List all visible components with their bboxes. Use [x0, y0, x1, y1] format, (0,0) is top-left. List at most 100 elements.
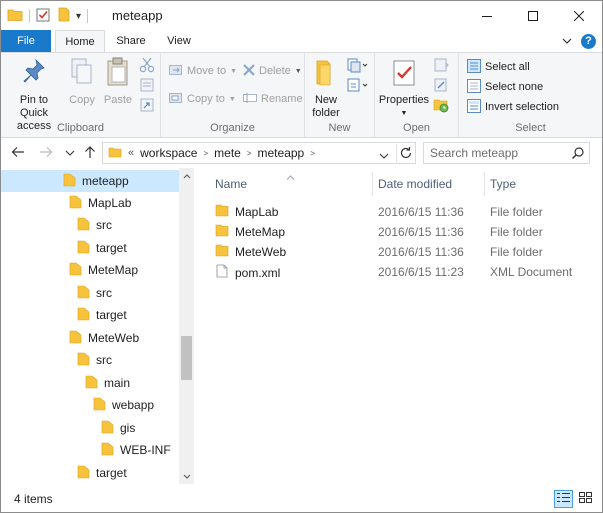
forward-button[interactable]	[37, 144, 55, 162]
tree-item-label: MeteMap	[88, 263, 139, 277]
search-input[interactable]	[430, 143, 570, 163]
address-history-dropdown[interactable]	[379, 149, 389, 163]
tab-home[interactable]: Home	[55, 30, 105, 53]
file-row-metemap[interactable]: MeteMap 2016/6/15 11:36 File folder	[200, 221, 600, 241]
edit-icon[interactable]	[433, 77, 449, 96]
navigation-pane-scrollbar[interactable]	[179, 168, 194, 484]
open-icon[interactable]	[433, 57, 449, 76]
up-button[interactable]	[81, 144, 99, 162]
file-date-modified: 2016/6/15 11:36	[378, 245, 464, 259]
new-item-icon[interactable]	[347, 57, 369, 76]
rename-button[interactable]: Rename	[243, 89, 303, 109]
tree-item-metemap[interactable]: MeteMap	[1, 259, 179, 281]
breadcrumb-workspace[interactable]: workspace	[140, 146, 197, 160]
scroll-up-arrow-icon[interactable]	[179, 168, 194, 183]
chevron-right-icon[interactable]: >	[247, 149, 252, 158]
file-name: MeteMap	[235, 225, 286, 239]
file-row-pom-xml[interactable]: pom.xml 2016/6/15 11:23 XML Document	[200, 261, 600, 281]
breadcrumb-mete[interactable]: mete	[214, 146, 241, 160]
tree-item-src[interactable]: src	[1, 349, 179, 371]
tree-item-gis[interactable]: gis	[1, 417, 179, 439]
folder-icon	[77, 307, 90, 324]
maximize-button[interactable]	[510, 1, 556, 30]
chevron-down-icon: ▼	[294, 67, 302, 75]
tab-view[interactable]: View	[158, 30, 200, 52]
chevron-right-icon[interactable]: >	[310, 149, 315, 158]
column-header-date-modified[interactable]: Date modified	[363, 172, 475, 196]
invert-selection-button[interactable]: Invert selection	[467, 97, 559, 117]
move-to-button[interactable]: Move to ▼	[169, 61, 237, 81]
tree-item-main[interactable]: main	[1, 372, 179, 394]
new-folder-button[interactable]: New folder	[307, 57, 345, 120]
tree-item-meteweb[interactable]: MeteWeb	[1, 327, 179, 349]
paste-button[interactable]: Paste	[101, 57, 135, 107]
delete-button[interactable]: Delete ▼	[243, 61, 302, 81]
tree-item-src[interactable]: src	[1, 282, 179, 304]
chevron-down-icon: ▼	[400, 110, 408, 117]
help-button[interactable]: ?	[581, 34, 596, 49]
address-bar[interactable]: « workspace > mete > meteapp >	[102, 142, 416, 164]
tree-item-meteapp[interactable]: meteapp	[1, 170, 179, 192]
tree-item-target[interactable]: target	[1, 462, 179, 484]
new-folder-quick-icon[interactable]	[58, 7, 70, 25]
close-button[interactable]	[556, 1, 602, 30]
tree-item-src[interactable]: src	[1, 214, 179, 236]
recent-locations-button[interactable]	[61, 144, 79, 162]
tree-item-label: target	[96, 466, 127, 480]
properties-button[interactable]: Properties ▼	[378, 57, 430, 120]
easy-access-icon[interactable]	[347, 77, 369, 96]
search-box[interactable]	[423, 142, 590, 164]
chevron-down-icon: ▼	[228, 95, 236, 103]
cut-icon[interactable]	[139, 57, 155, 76]
tab-share[interactable]: Share	[110, 30, 152, 52]
file-row-meteweb[interactable]: MeteWeb 2016/6/15 11:36 File folder	[200, 241, 600, 261]
customize-toolbar-dropdown[interactable]: ▾	[76, 11, 81, 22]
history-icon[interactable]	[433, 97, 449, 116]
refresh-icon[interactable]	[399, 146, 413, 163]
search-icon[interactable]	[571, 146, 585, 163]
tree-item-maplab[interactable]: MapLab	[1, 192, 179, 214]
navigation-pane[interactable]: meteapp MapLab src target MeteMap src ta…	[1, 168, 194, 484]
tree-item-target[interactable]: target	[1, 304, 179, 326]
copy-to-button[interactable]: Copy to ▼	[169, 89, 236, 109]
scrollbar-thumb[interactable]	[181, 336, 192, 380]
paste-shortcut-icon[interactable]	[139, 97, 155, 116]
tree-item-target[interactable]: target	[1, 237, 179, 259]
large-icons-view-button[interactable]	[576, 490, 595, 508]
properties-checkbox-icon[interactable]	[36, 8, 50, 25]
window-title: meteapp	[112, 8, 163, 23]
back-button[interactable]	[9, 144, 27, 162]
tree-item-label: MeteWeb	[88, 331, 140, 345]
tree-item-label: WEB-INF	[120, 443, 171, 457]
tree-item-webapp[interactable]: webapp	[1, 394, 179, 416]
expand-ribbon-chevron-icon[interactable]	[562, 35, 572, 49]
file-name: MeteWeb	[235, 245, 287, 259]
folder-icon	[69, 195, 82, 212]
breadcrumb-overflow[interactable]: «	[128, 147, 134, 159]
file-type: File folder	[490, 205, 543, 219]
folder-icon	[77, 352, 90, 369]
ribbon-home: Pin to Quick access Copy Paste Clipboard…	[1, 52, 602, 138]
copy-path-icon[interactable]	[139, 77, 155, 96]
clipboard-group: Pin to Quick access Copy Paste Clipboard	[1, 53, 161, 137]
tree-item-web-inf[interactable]: WEB-INF	[1, 439, 179, 461]
tab-file[interactable]: File	[1, 30, 51, 52]
tree-item-label: src	[96, 218, 112, 232]
select-all-button[interactable]: Select all	[467, 57, 530, 77]
breadcrumb-meteapp[interactable]: meteapp	[258, 146, 305, 160]
minimize-button[interactable]	[464, 1, 510, 30]
copy-button[interactable]: Copy	[65, 57, 99, 107]
chevron-right-icon[interactable]: >	[203, 149, 208, 158]
open-group-label: Open	[403, 122, 430, 134]
file-list[interactable]: Name Date modified Type MapLab 2016/6/15…	[200, 168, 600, 484]
file-row-maplab[interactable]: MapLab 2016/6/15 11:36 File folder	[200, 201, 600, 221]
details-view-button[interactable]	[554, 490, 573, 508]
tree-item-label: src	[96, 286, 112, 300]
scroll-down-arrow-icon[interactable]	[179, 469, 194, 484]
column-header-type[interactable]: Type	[475, 172, 575, 196]
address-divider	[396, 144, 397, 162]
column-header-name[interactable]: Name	[200, 172, 372, 196]
properties-label: Properties	[378, 94, 430, 106]
select-none-button[interactable]: Select none	[467, 77, 543, 97]
folder-icon	[215, 244, 229, 260]
